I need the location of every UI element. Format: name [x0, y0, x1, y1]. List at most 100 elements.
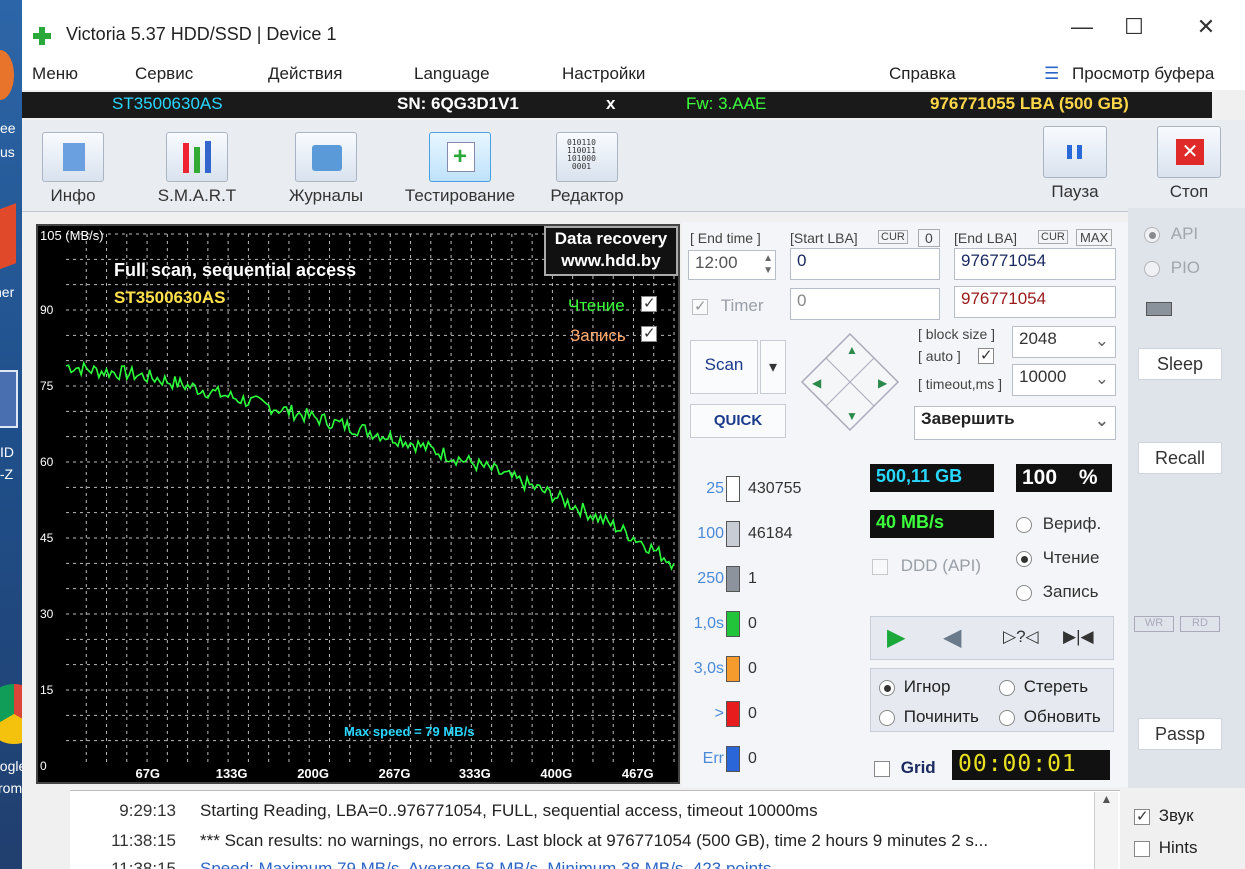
- y-tick-label: 90: [40, 303, 54, 317]
- right-sidebar: API PIO Sleep Recall WR RD Passp: [1128, 208, 1245, 788]
- direction-pad[interactable]: ▲ ▼ ◀ ▶: [800, 332, 900, 432]
- pio-radio[interactable]: [1144, 260, 1160, 277]
- desktop-icon-chip[interactable]: [0, 370, 18, 428]
- end-lba-field[interactable]: 976771054: [954, 248, 1116, 280]
- menu-bar: Меню Сервис Действия Language Настройки …: [22, 60, 1245, 90]
- sleep-button[interactable]: Sleep: [1138, 348, 1222, 380]
- read-label: Чтение: [1042, 548, 1100, 567]
- logs-button[interactable]: Журналы: [284, 132, 368, 206]
- stop-button[interactable]: ✕ Стоп: [1156, 126, 1222, 202]
- log-scrollbar[interactable]: ▲: [1094, 792, 1118, 869]
- write-legend-checkbox[interactable]: [641, 324, 657, 342]
- block-size-select[interactable]: 2048 ⌄: [1012, 326, 1116, 358]
- read-radio[interactable]: [1016, 550, 1032, 567]
- x-tick-label: 400G: [540, 766, 572, 781]
- maximize-button[interactable]: ☐: [1114, 14, 1154, 40]
- app-logo-icon: [33, 27, 51, 45]
- info-icon: [42, 132, 104, 182]
- device-model[interactable]: ST3500630AS: [112, 94, 223, 114]
- desktop-icon-orange[interactable]: [0, 50, 14, 100]
- wr-button[interactable]: WR: [1134, 616, 1174, 632]
- api-radio[interactable]: [1144, 226, 1160, 243]
- write-radio[interactable]: [1016, 584, 1032, 601]
- block-counter-value: 0: [748, 615, 757, 632]
- timer-field[interactable]: 0: [790, 288, 940, 320]
- grid-checkbox[interactable]: [874, 760, 890, 777]
- timeout-label: [ timeout,ms ]: [918, 376, 1003, 392]
- cur-button[interactable]: CUR: [878, 230, 908, 244]
- pio-option[interactable]: PIO: [1144, 258, 1200, 278]
- menu-item-language[interactable]: Language: [414, 64, 490, 84]
- editor-button[interactable]: 010110 110011 101000 0001 Редактор: [546, 132, 628, 206]
- close-window-button[interactable]: ✕: [1186, 14, 1226, 40]
- menu-item-buffer[interactable]: Просмотр буфера: [1072, 64, 1214, 84]
- timer-checkbox[interactable]: [692, 297, 708, 315]
- pause-button[interactable]: Пауза: [1042, 126, 1108, 202]
- verify-radio[interactable]: [1016, 516, 1032, 533]
- scan-button[interactable]: Scan: [690, 340, 758, 394]
- menu-item-service[interactable]: Сервис: [135, 64, 193, 84]
- repair-option[interactable]: Починить: [879, 707, 979, 727]
- minimize-button[interactable]: —: [1062, 14, 1102, 40]
- auto-checkbox[interactable]: [978, 346, 994, 364]
- verify-option[interactable]: Вериф.: [1016, 514, 1101, 534]
- skip-end-icon[interactable]: ▶|◀: [1063, 627, 1094, 647]
- desktop-label: I-Z: [0, 466, 14, 482]
- desktop-icon-red[interactable]: [0, 203, 16, 273]
- erase-radio[interactable]: [999, 679, 1015, 696]
- speed-graph: 90 75 60 45 30 15 0 67G 133G 200G 267G 333G 400G 467G…: [36, 224, 680, 784]
- recall-button[interactable]: Recall: [1138, 442, 1222, 474]
- rd-button[interactable]: RD: [1180, 616, 1220, 632]
- playback-bar: ▶ ◀ ▷?◁ ▶|◀: [870, 616, 1114, 660]
- play-icon[interactable]: ▶: [887, 623, 905, 652]
- hints-checkbox[interactable]: [1134, 840, 1150, 857]
- end-lba2-field[interactable]: 976771054: [954, 286, 1116, 318]
- timeout-select[interactable]: 10000 ⌄: [1012, 364, 1116, 396]
- ddd-option[interactable]: DDD (API): [872, 556, 981, 576]
- rewind-icon[interactable]: ◀: [943, 623, 961, 652]
- timer-checkbox-group[interactable]: Timer: [692, 296, 764, 316]
- repair-label: Починить: [903, 707, 979, 726]
- x-tick-label: 200G: [297, 766, 329, 781]
- repair-radio[interactable]: [879, 709, 895, 726]
- quick-button[interactable]: QUICK: [690, 404, 786, 438]
- max-button[interactable]: MAX: [1076, 229, 1113, 246]
- smart-label: S.M.A.R.T: [157, 186, 237, 205]
- read-option[interactable]: Чтение: [1016, 548, 1099, 568]
- scan-dropdown-button[interactable]: ▾: [760, 340, 786, 394]
- api-option[interactable]: API: [1144, 224, 1198, 244]
- smart-button[interactable]: S.M.A.R.T: [152, 132, 242, 206]
- start-lba-field[interactable]: 0: [790, 248, 940, 280]
- hints-option[interactable]: Hints: [1134, 838, 1197, 858]
- passp-button[interactable]: Passp: [1138, 718, 1222, 750]
- testing-button[interactable]: + Тестирование: [398, 132, 522, 206]
- desktop-label: us: [0, 144, 15, 160]
- cur-end-button[interactable]: CUR: [1038, 230, 1068, 244]
- menu-item-settings[interactable]: Настройки: [562, 64, 645, 84]
- info-label: Инфо: [50, 186, 96, 205]
- grid-option[interactable]: Grid: [874, 758, 936, 778]
- menu-item-menu[interactable]: Меню: [32, 64, 78, 84]
- menu-item-actions[interactable]: Действия: [268, 64, 342, 84]
- time-spinner-icon[interactable]: ▲ ▼: [763, 253, 773, 277]
- ignore-option[interactable]: Игнор: [879, 677, 950, 697]
- write-option[interactable]: Запись: [1016, 582, 1099, 602]
- sound-option[interactable]: Звук: [1134, 806, 1194, 826]
- end-time-field[interactable]: 12:00 ▲ ▼: [688, 250, 776, 280]
- read-legend-checkbox[interactable]: [641, 294, 657, 312]
- block-counter-value: 0: [748, 660, 757, 677]
- graph-title: Full scan, sequential access: [114, 260, 357, 280]
- ignore-radio[interactable]: [879, 679, 895, 696]
- erase-option[interactable]: Стереть: [999, 677, 1088, 697]
- sound-checkbox[interactable]: [1134, 807, 1150, 825]
- menu-item-help[interactable]: Справка: [889, 64, 956, 84]
- refresh-radio[interactable]: [999, 709, 1015, 726]
- ddd-checkbox[interactable]: [872, 558, 888, 575]
- smart-icon: [166, 132, 228, 182]
- skip-unknown-icon[interactable]: ▷?◁: [1003, 627, 1039, 647]
- refresh-option[interactable]: Обновить: [999, 707, 1101, 727]
- device-close-button[interactable]: x: [606, 94, 615, 114]
- info-button[interactable]: Инфо: [38, 132, 108, 206]
- finish-select[interactable]: Завершить ⌄: [914, 406, 1116, 440]
- sound-label: Звук: [1158, 806, 1194, 825]
